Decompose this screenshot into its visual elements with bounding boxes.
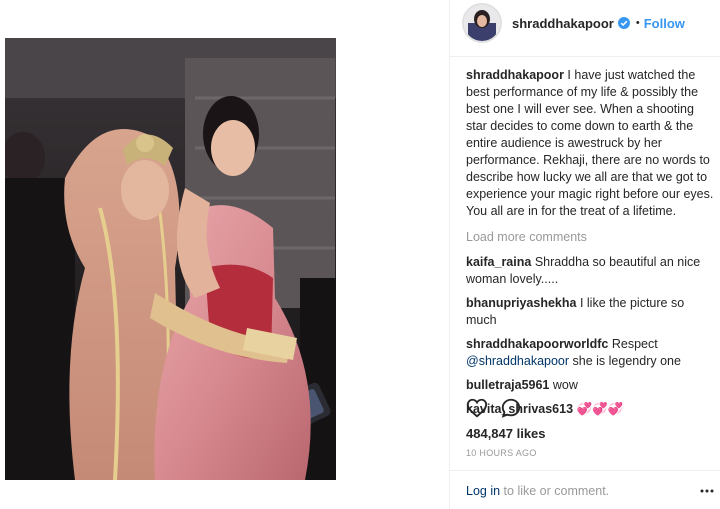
- caption-text: I have just watched the best performance…: [466, 68, 714, 218]
- more-dots-icon[interactable]: [700, 486, 714, 496]
- login-suffix: to like or comment.: [503, 484, 610, 498]
- comment-username[interactable]: bhanupriyashekha: [466, 296, 576, 310]
- heart-outline-icon[interactable]: [466, 397, 488, 419]
- panel-divider: [449, 0, 450, 509]
- login-prompt: Log in to like or comment.: [466, 484, 609, 498]
- header-divider: [450, 56, 720, 57]
- list-item: bulletraja5961 wow: [466, 377, 716, 394]
- separator-dot: •: [635, 17, 640, 29]
- post-header: shraddhakapoor • Follow: [460, 0, 720, 46]
- comment-mention-link[interactable]: @shraddhakapoor: [466, 354, 569, 368]
- list-item: bhanupriyashekha I like the picture so m…: [466, 295, 716, 329]
- post-timestamp: 10 HOURS AGO: [466, 448, 537, 458]
- post-username[interactable]: shraddhakapoor: [512, 16, 614, 31]
- caption-username[interactable]: shraddhakapoor: [466, 68, 564, 82]
- post-caption: shraddhakapoor I have just watched the b…: [466, 67, 716, 220]
- list-item: kaifa_raina Shraddha so beautiful an nic…: [466, 254, 716, 288]
- follow-button[interactable]: Follow: [644, 16, 685, 31]
- comment-username[interactable]: shraddhakapoorworldfc: [466, 337, 608, 351]
- login-link[interactable]: Log in: [466, 484, 500, 498]
- comment-username[interactable]: kaifa_raina: [466, 255, 531, 269]
- comments-section: shraddhakapoor I have just watched the b…: [466, 67, 716, 425]
- comment-text-after: she is legendry one: [572, 354, 681, 368]
- post-actions: [466, 396, 534, 420]
- verified-badge-icon: [617, 17, 630, 29]
- comment-username[interactable]: bulletraja5961: [466, 378, 549, 392]
- comment-text: wow: [552, 378, 578, 392]
- load-more-comments-button[interactable]: Load more comments: [466, 229, 716, 246]
- avatar[interactable]: [462, 3, 502, 43]
- speech-bubble-icon[interactable]: [500, 397, 522, 419]
- list-item: shraddhakapoorworldfc Respect @shraddhak…: [466, 336, 716, 370]
- comment-text: 💞💞💞: [576, 402, 624, 416]
- likes-count[interactable]: 484,847 likes: [466, 426, 546, 441]
- post-photo[interactable]: [5, 38, 336, 480]
- footer-divider: [450, 470, 720, 471]
- comment-text: Respect: [611, 337, 658, 351]
